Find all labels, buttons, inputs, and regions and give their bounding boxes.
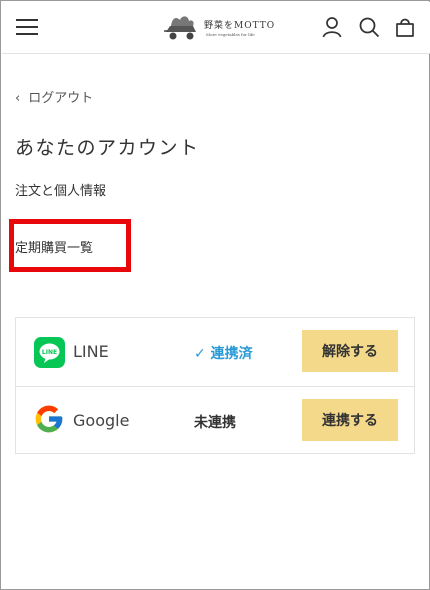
logo-subtext: More vegetables for life — [206, 32, 255, 37]
site-logo[interactable]: 野菜をMOTTO More vegetables for life — [162, 10, 276, 44]
logo-cart-icon — [164, 16, 196, 40]
logout-link[interactable]: ‹ ログアウト — [15, 87, 93, 106]
line-logo-icon: LINE — [34, 337, 65, 368]
account-row-google: Google 未連携 連携する — [16, 386, 414, 454]
account-status-linked: ✓ 連携済 — [194, 343, 253, 363]
logout-label: ログアウト — [28, 91, 94, 106]
google-logo-icon — [35, 405, 63, 433]
search-icon[interactable] — [357, 15, 381, 39]
unlink-line-button[interactable]: 解除する — [302, 330, 398, 372]
app-frame: 野菜をMOTTO More vegetables for life ‹ ログアウト… — [0, 0, 430, 590]
highlight-annotation-box — [9, 219, 131, 272]
linked-accounts-panel: LINE LINE ✓ 連携済 解除する Google 未連携 連携する — [15, 317, 415, 454]
svg-text:LINE: LINE — [42, 349, 57, 356]
check-icon: ✓ — [194, 346, 206, 362]
page-title: あなたのアカウント — [15, 137, 200, 159]
account-row-line: LINE LINE ✓ 連携済 解除する — [16, 318, 414, 386]
account-name-google: Google — [73, 411, 130, 430]
orders-and-profile-link[interactable]: 注文と個人情報 — [15, 180, 106, 199]
account-status-text: 連携済 — [210, 346, 253, 362]
account-icon[interactable] — [320, 15, 344, 39]
menu-icon[interactable] — [16, 18, 38, 36]
site-header: 野菜をMOTTO More vegetables for life — [2, 2, 430, 54]
account-status-unlinked: 未連携 — [194, 415, 236, 431]
cart-bag-icon[interactable] — [393, 15, 417, 39]
chevron-left-icon: ‹ — [15, 91, 21, 106]
account-name-line: LINE — [73, 342, 109, 361]
link-google-button[interactable]: 連携する — [302, 399, 398, 441]
logo-text: 野菜をMOTTO — [204, 21, 276, 31]
